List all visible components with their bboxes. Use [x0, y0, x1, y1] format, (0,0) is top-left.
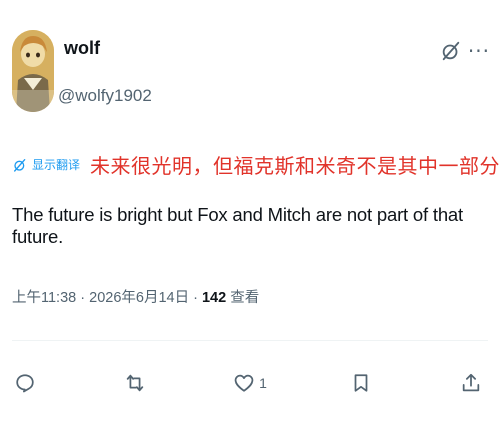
display-name[interactable]: wolf: [64, 38, 100, 59]
handle[interactable]: @wolfy1902: [58, 86, 152, 106]
post-top-actions: ···: [440, 40, 490, 62]
translate-icon: [14, 158, 26, 172]
translation-row: 显示翻译 未来很光明，但福克斯和米奇不是其中一部分: [12, 150, 500, 179]
like-count: 1: [259, 375, 267, 391]
avatar[interactable]: [12, 30, 54, 112]
post-date[interactable]: 2026年6月14日: [89, 290, 189, 306]
heart-icon: [234, 374, 254, 392]
reply-icon: [16, 374, 34, 393]
post-detail: wolf @wolfy1902 ··· 显示翻译 未来很光明，但福克斯和米奇不是…: [0, 0, 500, 440]
avatar-image: [12, 30, 54, 112]
bookmark-button[interactable]: [344, 372, 382, 394]
like-button[interactable]: 1: [227, 372, 273, 394]
views-label: 查看: [230, 290, 260, 306]
show-translation-button[interactable]: 显示翻译: [12, 156, 80, 173]
meta-separator: ·: [80, 290, 86, 306]
original-text: 未来很光明，但福克斯和米奇不是其中一部分: [90, 154, 500, 178]
grok-icon[interactable]: [440, 40, 462, 62]
post-meta: 上午11:38 · 2026年6月14日 · 142 查看: [12, 286, 259, 307]
show-translation-label: 显示翻译: [32, 158, 81, 172]
action-bar: 1: [8, 372, 492, 394]
bookmark-icon: [355, 374, 368, 392]
reply-button[interactable]: [8, 372, 46, 394]
meta-separator: ·: [193, 290, 198, 306]
share-icon: [462, 373, 480, 392]
repost-button[interactable]: [118, 372, 156, 394]
post-time[interactable]: 上午11:38: [12, 290, 76, 306]
repost-icon: [126, 374, 143, 392]
post-text: The future is bright but Fox and Mitch a…: [12, 204, 463, 247]
more-icon[interactable]: ···: [468, 41, 490, 61]
divider: [12, 340, 488, 341]
views-count[interactable]: 142: [202, 290, 226, 306]
share-button[interactable]: [454, 372, 492, 394]
